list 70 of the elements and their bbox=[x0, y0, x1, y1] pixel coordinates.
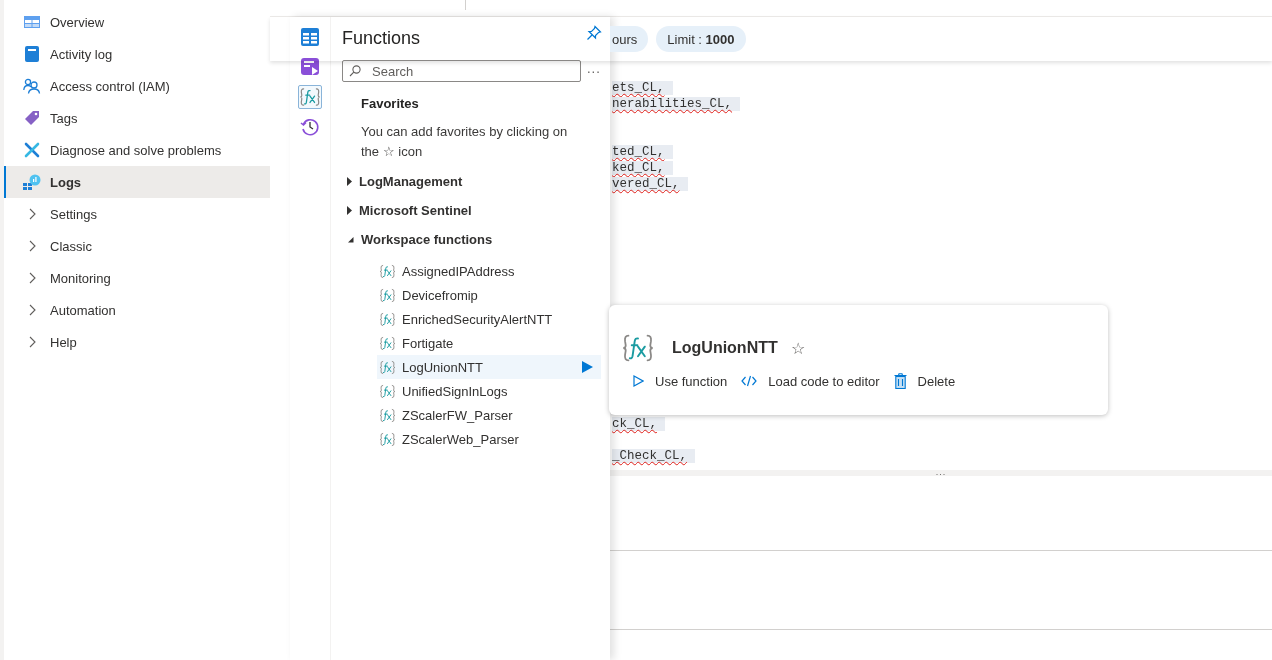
chevron-right-icon bbox=[28, 336, 36, 348]
card-action[interactable]: Load code to editor bbox=[741, 373, 880, 389]
sidebar-item[interactable]: Automation bbox=[4, 294, 270, 326]
sidebar-item[interactable]: Monitoring bbox=[4, 262, 270, 294]
caret-right-icon bbox=[347, 177, 352, 186]
function-icon bbox=[379, 287, 396, 303]
function-icon bbox=[379, 335, 396, 351]
query-play-icon bbox=[301, 58, 319, 76]
more-button[interactable]: ... bbox=[587, 60, 601, 76]
card-title: LogUnionNTT bbox=[672, 339, 778, 357]
function-icon bbox=[379, 407, 396, 423]
function-icon bbox=[299, 87, 321, 107]
filter-pill[interactable]: Limit : 1000 bbox=[656, 26, 746, 52]
sidebar-item[interactable]: Logs bbox=[4, 166, 270, 198]
function-icon bbox=[379, 383, 396, 399]
history-icon bbox=[300, 117, 320, 137]
sidebar-item[interactable]: Tags bbox=[4, 102, 270, 134]
caret-right-icon bbox=[347, 206, 352, 215]
function-icon bbox=[379, 359, 396, 375]
sidebar-item[interactable]: Settings bbox=[4, 198, 270, 230]
search-icon bbox=[349, 65, 361, 77]
favorites-hint: You can add favorites by clicking on the ☆ icon bbox=[361, 123, 569, 161]
sidebar-item[interactable]: Classic bbox=[4, 230, 270, 262]
people-icon bbox=[23, 78, 41, 94]
sidebar-item[interactable]: Access control (IAM) bbox=[4, 70, 270, 102]
overview-icon bbox=[24, 16, 40, 28]
function-icon bbox=[379, 311, 396, 327]
tree-group[interactable]: Microsoft Sentinel bbox=[342, 196, 610, 225]
sidebar-item[interactable]: Activity log bbox=[4, 38, 270, 70]
code-icon bbox=[741, 375, 758, 387]
function-item[interactable]: UnifiedSignInLogs bbox=[377, 379, 601, 403]
function-item[interactable]: ZScalerWeb_Parser bbox=[377, 427, 601, 451]
card-action[interactable]: Delete bbox=[893, 373, 956, 389]
chevron-right-icon bbox=[28, 304, 36, 316]
function-item[interactable]: EnrichedSecurityAlertNTT bbox=[377, 307, 601, 331]
function-item[interactable]: AssignedIPAddress bbox=[377, 259, 601, 283]
sidebar-item[interactable]: Overview bbox=[4, 6, 270, 38]
sidebar-item[interactable]: Help bbox=[4, 326, 270, 358]
tag-icon bbox=[24, 110, 40, 126]
caret-down-icon bbox=[347, 236, 354, 243]
function-icon bbox=[621, 333, 655, 363]
tree-group[interactable]: Workspace functions bbox=[342, 225, 610, 254]
table-icon bbox=[301, 28, 319, 46]
panel-title: Functions bbox=[342, 27, 421, 50]
filter-pill[interactable]: ours bbox=[610, 26, 649, 52]
rail-tab[interactable] bbox=[298, 25, 322, 49]
function-item[interactable]: Fortigate bbox=[377, 331, 601, 355]
function-item[interactable]: ZScalerFW_Parser bbox=[377, 403, 601, 427]
chevron-right-icon bbox=[28, 240, 36, 252]
rail-tab[interactable] bbox=[298, 85, 322, 109]
chevron-right-icon bbox=[28, 272, 36, 284]
splitter[interactable]: ... bbox=[610, 470, 1272, 476]
splitter-handle[interactable]: ... bbox=[935, 470, 947, 476]
tree-group[interactable]: LogManagement bbox=[342, 167, 610, 196]
sidebar-item[interactable]: Diagnose and solve problems bbox=[4, 134, 270, 166]
card-action[interactable]: Use function bbox=[633, 373, 728, 389]
book-icon bbox=[25, 46, 39, 62]
function-icon bbox=[379, 263, 396, 279]
chevron-right-icon bbox=[28, 208, 36, 220]
pin-icon[interactable] bbox=[586, 25, 602, 41]
function-item[interactable]: LogUnionNTT bbox=[377, 355, 601, 379]
logs-icon bbox=[23, 174, 41, 190]
trash-icon bbox=[893, 373, 907, 389]
function-icon bbox=[379, 431, 396, 447]
play-icon[interactable] bbox=[582, 361, 593, 373]
favorite-star[interactable]: ☆ bbox=[790, 338, 805, 358]
section-heading: Favorites bbox=[361, 96, 420, 111]
play-icon bbox=[633, 375, 644, 387]
search-field[interactable]: Search bbox=[342, 60, 581, 82]
function-item[interactable]: Devicefromip bbox=[377, 283, 601, 307]
